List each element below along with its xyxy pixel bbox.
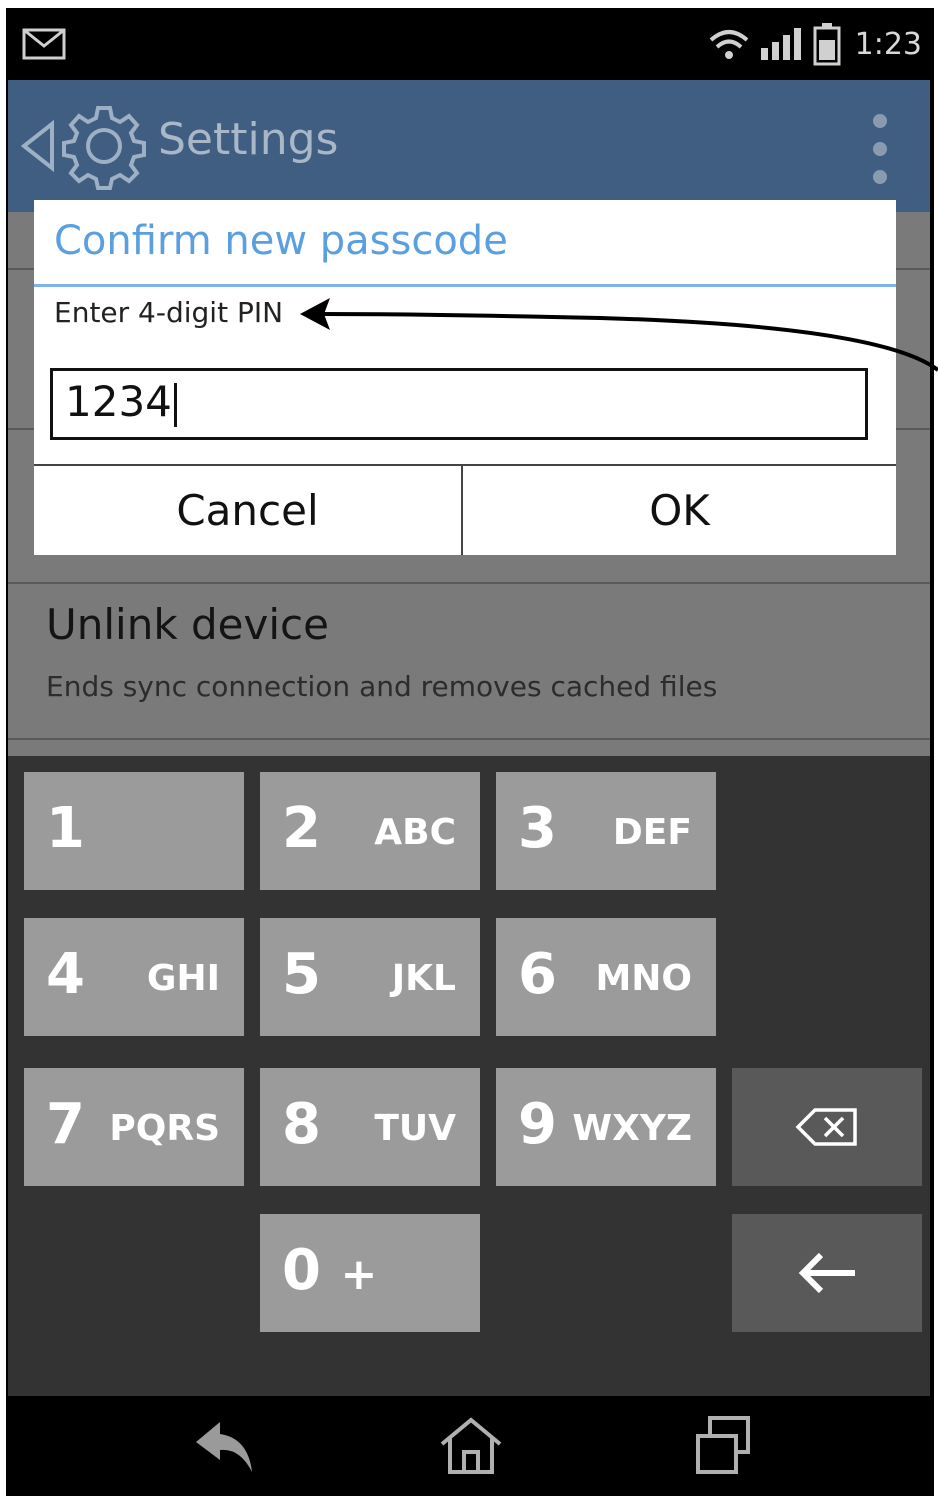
- ok-button[interactable]: OK: [463, 466, 896, 555]
- recent-apps-icon[interactable]: [688, 1414, 758, 1478]
- list-divider: [8, 582, 930, 584]
- text-cursor: [173, 382, 177, 427]
- unlink-device-title[interactable]: Unlink device: [46, 600, 329, 649]
- key-5[interactable]: 5 JKL: [260, 918, 480, 1036]
- key-0[interactable]: 0 +: [260, 1214, 480, 1332]
- pin-input[interactable]: 1234: [50, 368, 868, 440]
- wifi-icon: [709, 30, 748, 59]
- list-divider: [8, 738, 930, 740]
- navigation-bar: [6, 1396, 934, 1496]
- gear-icon[interactable]: [58, 100, 150, 192]
- signal-icon: [760, 28, 801, 60]
- back-icon[interactable]: [190, 1414, 260, 1478]
- key-7[interactable]: 7 PQRS: [24, 1068, 244, 1186]
- backspace-icon: [795, 1108, 857, 1146]
- dialog-title: Confirm new passcode: [54, 218, 508, 264]
- unlink-device-subtitle: Ends sync connection and removes cached …: [46, 670, 718, 703]
- status-bar: 1:23: [6, 8, 934, 80]
- back-caret-icon[interactable]: [18, 120, 58, 172]
- numeric-keypad: 1 2 ABC 3 DEF 4 GHI 5 JKL 6 MNO 7 PQRS 8: [8, 756, 930, 1396]
- passcode-dialog: Confirm new passcode Enter 4-digit PIN 1…: [34, 200, 896, 555]
- key-1[interactable]: 1: [24, 772, 244, 890]
- action-bar-title: Settings: [158, 114, 339, 165]
- key-6[interactable]: 6 MNO: [496, 918, 716, 1036]
- overflow-menu-icon[interactable]: [870, 114, 890, 184]
- pin-label: Enter 4-digit PIN: [54, 296, 284, 329]
- status-time: 1:23: [854, 26, 922, 62]
- battery-icon: [813, 23, 841, 66]
- key-9[interactable]: 9 WXYZ: [496, 1068, 716, 1186]
- pin-value: 1234: [65, 377, 177, 427]
- dialog-title-divider: [34, 284, 896, 287]
- backspace-key[interactable]: [732, 1068, 922, 1186]
- key-4[interactable]: 4 GHI: [24, 918, 244, 1036]
- home-icon[interactable]: [436, 1414, 506, 1478]
- enter-key[interactable]: [732, 1214, 922, 1332]
- phone-frame: 1:23 Settings Unlink device Ends sync co…: [6, 8, 934, 1496]
- mail-icon: [22, 28, 66, 60]
- key-8[interactable]: 8 TUV: [260, 1068, 480, 1186]
- key-3[interactable]: 3 DEF: [496, 772, 716, 890]
- status-icons: 1:23: [707, 22, 922, 66]
- key-2[interactable]: 2 ABC: [260, 772, 480, 890]
- action-bar: Settings: [8, 80, 930, 212]
- enter-arrow-icon: [798, 1252, 855, 1294]
- cancel-button[interactable]: Cancel: [34, 466, 461, 555]
